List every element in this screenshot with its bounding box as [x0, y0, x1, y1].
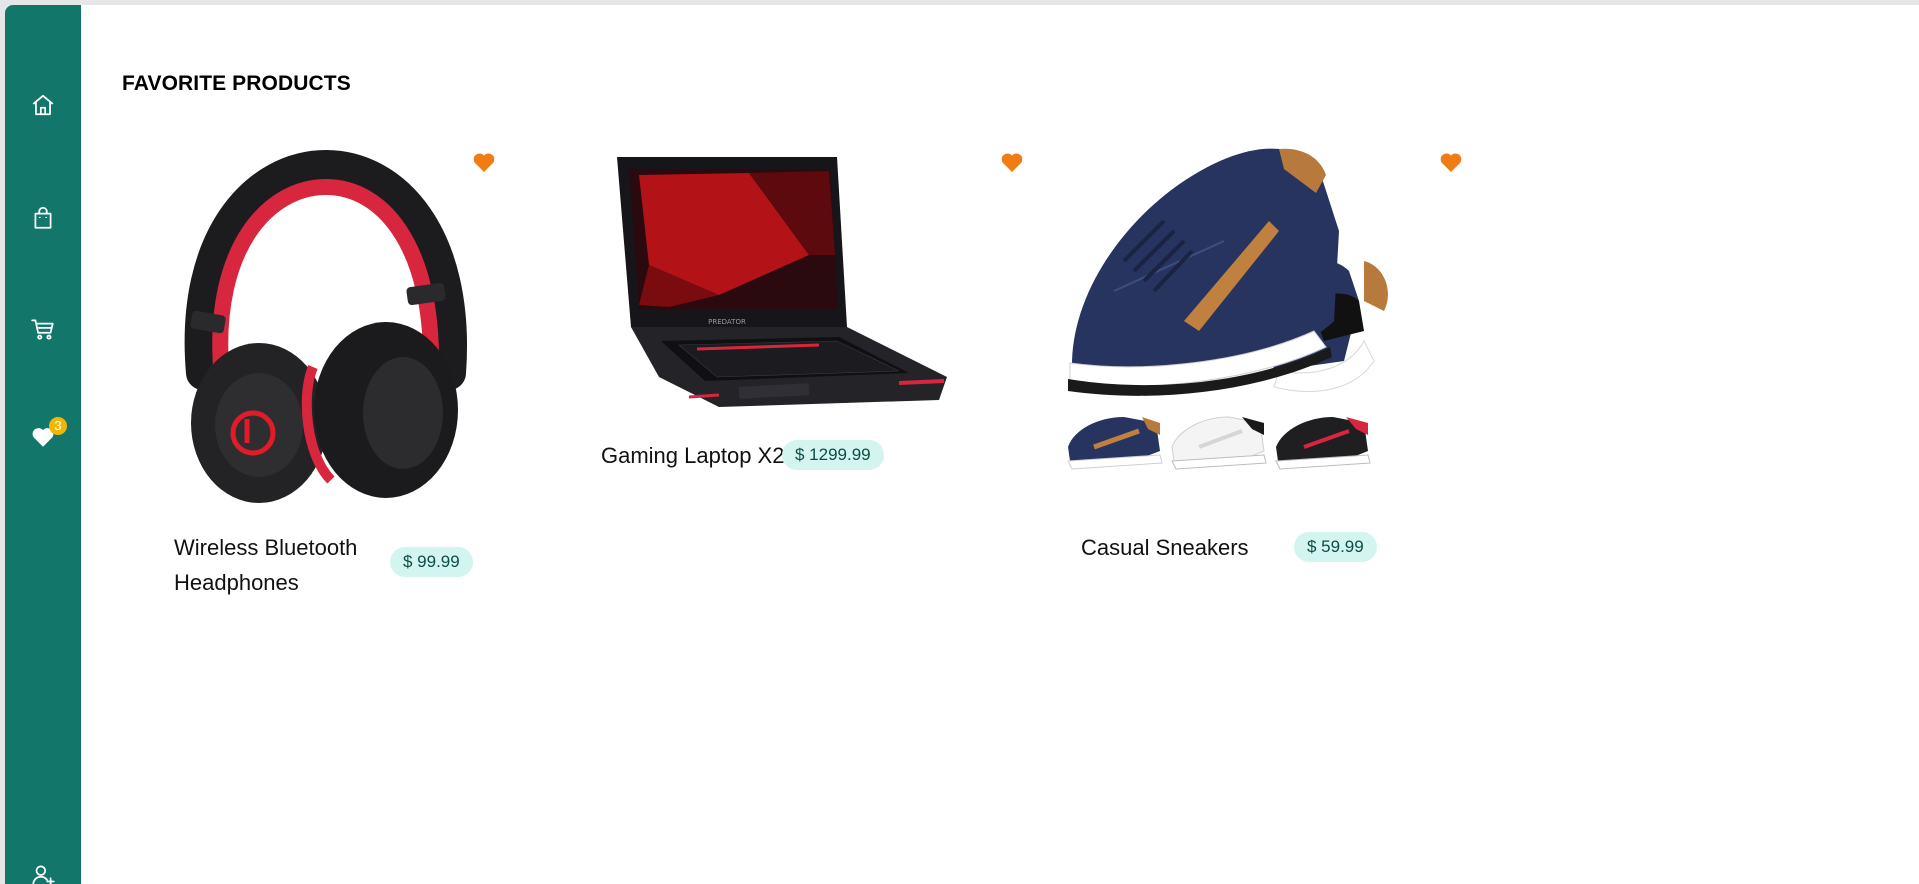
cart-icon — [31, 319, 54, 340]
sidebar: 3 — [5, 5, 81, 884]
sneakers-image — [1064, 141, 1434, 505]
heart-icon — [1440, 153, 1462, 172]
product-name: Casual Sneakers — [1081, 535, 1249, 560]
nav-cart-button[interactable] — [19, 305, 67, 353]
product-price: $ 99.99 — [390, 547, 473, 577]
product-name: Wireless Bluetooth Headphones — [174, 535, 358, 595]
favorite-toggle[interactable] — [1439, 151, 1463, 173]
app-window: 3 FAVORITE PRODUCTS Wireless Bluetooth H… — [5, 5, 1919, 884]
favorite-toggle[interactable] — [472, 151, 496, 173]
laptop-image: PREDATOR — [609, 145, 949, 415]
product-card[interactable]: PREDATOR Gaming Laptop X200 $ 1299.99 — [601, 135, 1023, 475]
product-card[interactable]: Casual Sneakers $ 59.99 — [1056, 135, 1462, 605]
headphones-image — [141, 135, 511, 505]
product-price: $ 1299.99 — [782, 440, 884, 470]
favorite-toggle[interactable] — [1000, 151, 1024, 173]
nav-account-button[interactable] — [19, 851, 67, 884]
heart-icon — [1001, 153, 1023, 172]
shopping-bag-icon — [34, 206, 52, 229]
main-content: FAVORITE PRODUCTS Wireless Bluetooth Hea… — [81, 5, 1919, 884]
product-card[interactable]: Wireless Bluetooth Headphones $ 99.99 — [141, 135, 511, 605]
home-icon — [32, 94, 54, 116]
favorites-count-badge: 3 — [49, 417, 67, 435]
user-plus-icon — [32, 865, 55, 884]
product-name: Gaming Laptop X200 — [601, 443, 809, 468]
heart-icon — [473, 153, 495, 172]
nav-home-button[interactable] — [19, 81, 67, 129]
product-price: $ 59.99 — [1294, 532, 1377, 562]
nav-favorites-button[interactable]: 3 — [19, 413, 67, 461]
svg-text:PREDATOR: PREDATOR — [708, 318, 746, 326]
page-title: FAVORITE PRODUCTS — [122, 72, 351, 95]
nav-products-button[interactable] — [19, 194, 67, 242]
